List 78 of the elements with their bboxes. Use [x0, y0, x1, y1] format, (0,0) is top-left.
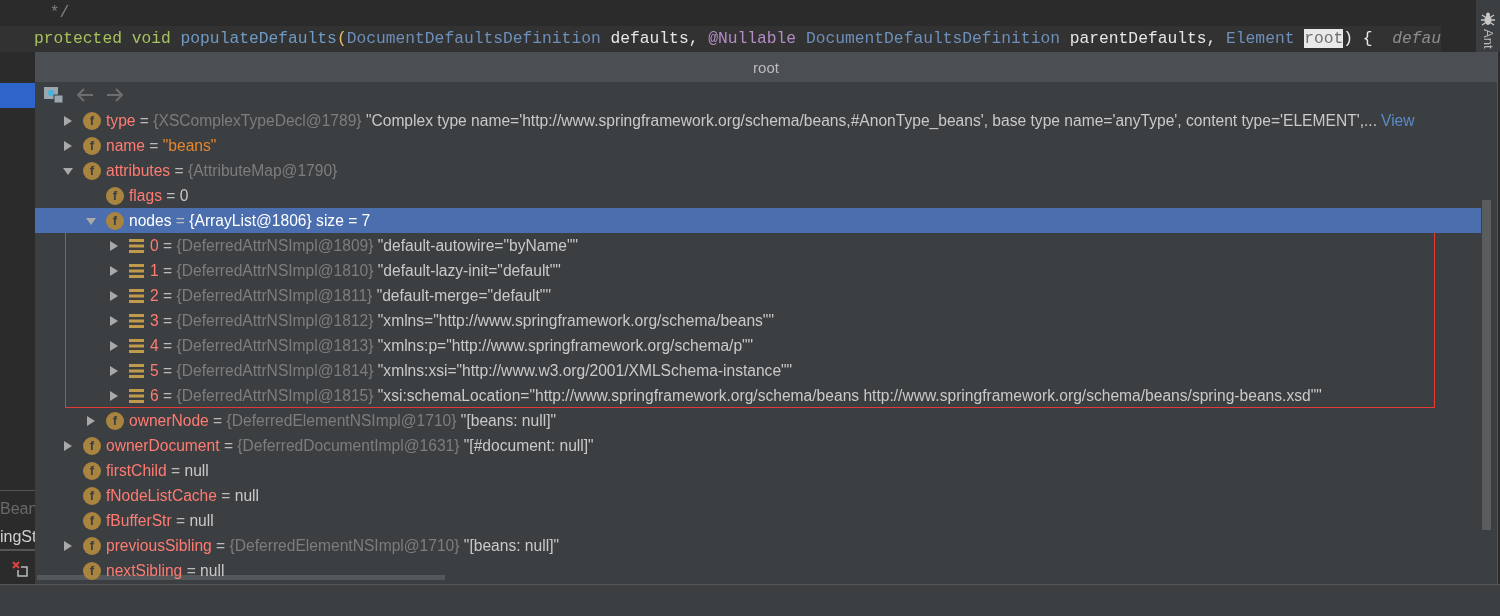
- variable-text: 0 = {DeferredAttrNSImpl@1809} "default-autowire="byName"": [150, 236, 579, 255]
- field-icon: f: [83, 161, 101, 180]
- tree-row[interactable]: 0 = {DeferredAttrNSImpl@1809} "default-autowire="byName"": [35, 233, 1481, 258]
- tree-row[interactable]: 4 = {DeferredAttrNSImpl@1813} "xmlns:p="http://www.springframework.org/schema/p"": [35, 333, 1481, 358]
- variable-text: ownerNode = {DeferredElementNSImpl@1710} "[beans: null]": [129, 411, 556, 430]
- list-icon: [129, 263, 144, 278]
- tree-row[interactable]: f nextSibling = null: [35, 558, 1481, 583]
- list-icon: [129, 338, 144, 353]
- tree-toggle-icon[interactable]: [109, 240, 119, 251]
- code-line: */: [48, 2, 70, 24]
- variable-text: type = {XSComplexTypeDecl@1789} "Complex type name='http://www.springframework.org/schema/beans,#AnonType_beans', base type name='anyType', content type='ELEMENT',...: [106, 111, 1377, 130]
- variable-text: 1 = {DeferredAttrNSImpl@1810} "default-lazy-init="default"": [150, 261, 561, 280]
- tree-row[interactable]: f firstChild = null: [35, 458, 1481, 483]
- variable-text: 4 = {DeferredAttrNSImpl@1813} "xmlns:p="http://www.springframework.org/schema/p"": [150, 336, 754, 355]
- tree-toggle-icon[interactable]: [109, 315, 119, 326]
- variable-text: 5 = {DeferredAttrNSImpl@1814} "xmlns:xsi="http://www.w3.org/2001/XMLSchema-instance"": [150, 361, 793, 380]
- list-icon: [129, 288, 144, 303]
- variable-text: fBufferStr = null: [106, 511, 214, 530]
- tree-row[interactable]: f previousSibling = {DeferredElementNSImpl@1710} "[beans: null]": [35, 533, 1481, 558]
- tree-toggle-icon[interactable]: [109, 265, 119, 276]
- tree-row[interactable]: f ownerDocument = {DeferredDocumentImpl@1631} "[#document: null]": [35, 433, 1481, 458]
- tree-toggle-icon[interactable]: [109, 365, 119, 376]
- tree-toggle-icon[interactable]: [63, 165, 73, 176]
- tree-row[interactable]: f flags = 0: [35, 183, 1481, 208]
- field-icon: f: [106, 411, 124, 430]
- tree-row[interactable]: f attributes = {AttributeMap@1790}: [35, 158, 1481, 183]
- list-icon: [129, 238, 144, 253]
- tree-row[interactable]: 1 = {DeferredAttrNSImpl@1810} "default-lazy-init="default"": [35, 258, 1481, 283]
- tree-toggle-icon[interactable]: [63, 115, 73, 126]
- tree-toggle-icon[interactable]: [63, 540, 73, 551]
- field-icon: f: [83, 461, 101, 480]
- variable-text: previousSibling = {DeferredElementNSImpl@1710} "[beans: null]": [106, 536, 559, 555]
- field-icon: f: [83, 561, 101, 580]
- variable-text: 3 = {DeferredAttrNSImpl@1812} "xmlns="http://www.springframework.org/schema/beans"": [150, 311, 774, 330]
- tree-row[interactable]: f fNodeListCache = null: [35, 483, 1481, 508]
- selected-row-highlight: [0, 83, 35, 108]
- variable-text: 2 = {DeferredAttrNSImpl@1811} "default-merge="default"": [150, 286, 551, 305]
- tree-row[interactable]: f type = {XSComplexTypeDecl@1789} "Complex type name='http://www.springframework.org/schema/beans,#AnonType_beans', base type name='anyType', content type='ELEMENT',... View: [35, 108, 1481, 133]
- variable-text: firstChild = null: [106, 461, 209, 480]
- tree-row[interactable]: f name = "beans": [35, 133, 1481, 158]
- bug-icon[interactable]: [1481, 12, 1495, 26]
- list-icon: [129, 363, 144, 378]
- field-icon: f: [83, 111, 101, 130]
- tree-toggle-icon[interactable]: [109, 390, 119, 401]
- tree-toggle-icon[interactable]: [86, 215, 96, 226]
- variable-text: nodes = {ArrayList@1806} size = 7: [129, 211, 371, 230]
- variable-text: 6 = {DeferredAttrNSImpl@1815} "xsi:schemaLocation="http://www.springframework.org/schema/beans http://www.springframework.org/schema/beans/spring-beans.xsd"": [150, 386, 1322, 405]
- popup-title: root: [35, 52, 1497, 82]
- field-icon: f: [83, 536, 101, 555]
- variable-text: ownerDocument = {DeferredDocumentImpl@1631} "[#document: null]": [106, 436, 594, 455]
- tree-row[interactable]: 5 = {DeferredAttrNSImpl@1814} "xmlns:xsi="http://www.w3.org/2001/XMLSchema-instance"": [35, 358, 1481, 383]
- tree-row[interactable]: f nodes = {ArrayList@1806} size = 7: [35, 208, 1481, 233]
- field-icon: f: [106, 186, 124, 205]
- tree-toggle-icon[interactable]: [86, 415, 96, 426]
- tree-toggle-icon[interactable]: [63, 440, 73, 451]
- variable-text: flags = 0: [129, 186, 189, 205]
- variable-text: nextSibling = null: [106, 561, 225, 580]
- field-icon: f: [83, 136, 101, 155]
- variable-text: name = "beans": [106, 136, 217, 155]
- field-icon: f: [106, 211, 124, 230]
- tree-row[interactable]: 3 = {DeferredAttrNSImpl@1812} "xmlns="http://www.springframework.org/schema/beans"": [35, 308, 1481, 333]
- field-icon: f: [83, 511, 101, 530]
- field-icon: f: [83, 486, 101, 505]
- tree-toggle-icon[interactable]: [63, 140, 73, 151]
- remove-icon[interactable]: [12, 561, 28, 577]
- tree-row[interactable]: f ownerNode = {DeferredElementNSImpl@1710} "[beans: null]": [35, 408, 1481, 433]
- variable-text: fNodeListCache = null: [106, 486, 260, 505]
- variable-text: attributes = {AttributeMap@1790}: [106, 161, 338, 180]
- tree-toggle-icon[interactable]: [109, 340, 119, 351]
- folder-icon[interactable]: [44, 86, 64, 104]
- tree-row[interactable]: 6 = {DeferredAttrNSImpl@1815} "xsi:schemaLocation="http://www.springframework.org/schema/beans http://www.springframework.org/schema/beans/spring-beans.xsd"": [35, 383, 1481, 408]
- tree-toggle-icon[interactable]: [109, 290, 119, 301]
- list-icon: [129, 388, 144, 403]
- tree-row[interactable]: 2 = {DeferredAttrNSImpl@1811} "default-merge="default"": [35, 283, 1481, 308]
- tree-row[interactable]: f fBufferStr = null: [35, 508, 1481, 533]
- field-icon: f: [83, 436, 101, 455]
- vertical-scrollbar[interactable]: [1482, 200, 1491, 530]
- list-icon: [129, 313, 144, 328]
